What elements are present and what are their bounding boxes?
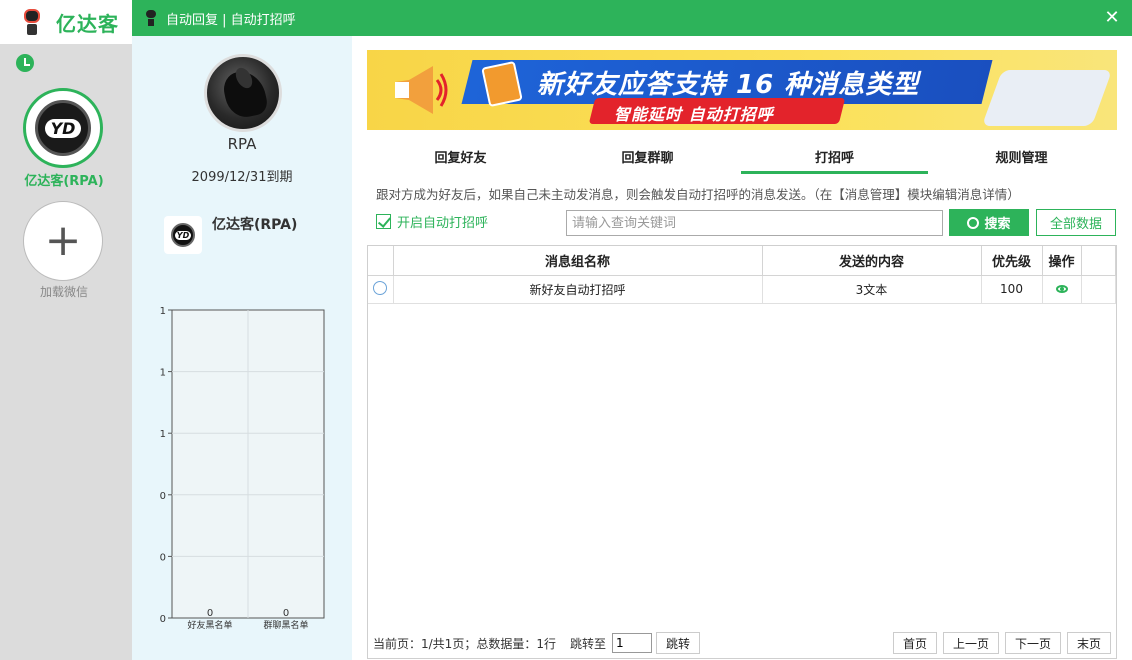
pagination: 当前页：1/共1页；总数据量：1行 跳转至 跳转 首页 上一页 下一页 末页 [368, 628, 1116, 658]
main-content: 新好友应答支持 16 种消息类型 智能延时 自动打招呼 回复好友 回复群聊 打招… [352, 36, 1132, 660]
search-button-label: 搜索 [984, 217, 1011, 232]
chart-y-tick-label: 1 [160, 429, 166, 440]
add-wechat-button[interactable]: + [23, 201, 103, 281]
jump-page-input[interactable] [611, 633, 652, 653]
banner-headline: 新好友应答支持 16 种消息类型 [537, 70, 920, 100]
chart-y-tick-label: 0 [160, 614, 166, 625]
chart-y-tick-label: 1 [160, 368, 166, 379]
dialog-title: 自动回复 | 自动打招呼 [166, 12, 296, 28]
select-column-header [368, 246, 394, 276]
megaphone-icon [395, 66, 448, 114]
robot-icon [144, 10, 158, 26]
close-button[interactable]: ✕ [1100, 6, 1124, 30]
column-header-content[interactable]: 发送的内容 [762, 246, 982, 276]
search-input[interactable] [566, 210, 943, 236]
jump-button[interactable]: 跳转 [655, 632, 700, 654]
tab-reply-groups[interactable]: 回复群聊 [554, 144, 741, 174]
robot-logo-icon [18, 7, 46, 37]
chart-x-tick-label: 好友黑名单 [187, 619, 232, 631]
row-priority: 100 [981, 275, 1043, 304]
jump-label: 跳转至 [569, 636, 606, 651]
phone-illustration [981, 70, 1113, 126]
tab-reply-friends[interactable]: 回复好友 [367, 144, 554, 174]
greeting-description: 跟对方成为好友后，如果自己未主动发消息，则会触发自动打招呼的消息发送。（在【消息… [376, 187, 1020, 202]
add-wechat-label: 加载微信 [39, 285, 88, 299]
app-sidebar: 亿达客 YD 亿达客(RPA) + 加载微信 [0, 0, 132, 660]
tab-greeting[interactable]: 打招呼 [741, 144, 928, 174]
last-page-button[interactable]: 末页 [1066, 632, 1111, 654]
page-info: 当前页：1/共1页；总数据量：1行 [373, 636, 556, 651]
chart-data-label: 0 [207, 608, 213, 619]
app-header: 亿达客 [0, 0, 132, 44]
search-icon [967, 216, 980, 229]
table-row[interactable]: 新好友自动打招呼 3文本 100 [368, 275, 1116, 304]
enable-greeting-toggle[interactable]: 开启自动打招呼 [376, 212, 488, 231]
prev-page-button[interactable]: 上一页 [942, 632, 999, 654]
first-page-button[interactable]: 首页 [892, 632, 937, 654]
alarm-clock-icon[interactable] [16, 54, 34, 72]
app-name: 亿达客 [56, 11, 119, 36]
column-header-name[interactable]: 消息组名称 [393, 246, 763, 276]
search-button[interactable]: 搜索 [949, 209, 1029, 236]
all-data-button[interactable]: 全部数据 [1036, 209, 1116, 236]
chart-y-tick-label: 0 [160, 491, 166, 502]
chart-x-tick-label: 群聊黑名单 [263, 619, 308, 631]
profile-pane: RPA 2099/12/31到期 YD 亿达客(RPA) 1 1 1 0 0 0 0 好友黑名… [132, 36, 352, 660]
tab-bar: 回复好友 回复群聊 打招呼 规则管理 [367, 144, 1117, 174]
row-name: 新好友自动打招呼 [393, 275, 763, 304]
chart-y-tick-label: 0 [160, 552, 166, 563]
chart-y-tick-label: 1 [160, 306, 166, 317]
column-header-priority[interactable]: 优先级 [981, 246, 1043, 276]
account-logo-icon: YD [164, 216, 202, 254]
banner-subtitle: 智能延时 自动打招呼 [614, 105, 774, 124]
row-select-radio[interactable] [373, 280, 388, 295]
profile-name: RPA [227, 135, 257, 153]
message-group-table: 消息组名称 发送的内容 优先级 操作 新好友自动打招呼 3文本 100 当前页：… [367, 245, 1117, 659]
account-avatar[interactable]: YD [23, 88, 103, 168]
chart-data-label: 0 [283, 608, 289, 619]
column-header-action: 操作 [1042, 246, 1082, 276]
view-eye-icon[interactable] [1055, 285, 1068, 293]
dialog-titlebar: 自动回复 | 自动打招呼 ✕ [132, 0, 1132, 36]
profile-expire-date: 2099/12/31到期 [191, 170, 293, 185]
blacklist-chart: 1110000好友黑名单0群聊黑名单 [160, 306, 325, 631]
checkbox-checked-icon[interactable] [376, 214, 391, 229]
promo-banner[interactable]: 新好友应答支持 16 种消息类型 智能延时 自动打招呼 [367, 50, 1117, 130]
auto-reply-dialog: 自动回复 | 自动打招呼 ✕ RPA 2099/12/31到期 YD 亿达客(R… [132, 0, 1132, 660]
table-header-row: 消息组名称 发送的内容 优先级 操作 [368, 246, 1116, 276]
row-content: 3文本 [762, 275, 982, 304]
tab-rule-management[interactable]: 规则管理 [928, 144, 1115, 174]
profile-avatar [204, 54, 282, 132]
account-label: 亿达客(RPA) [24, 174, 104, 189]
enable-greeting-label: 开启自动打招呼 [397, 216, 489, 231]
yd-logo-icon: YD [35, 100, 91, 156]
column-header-spacer [1081, 246, 1116, 276]
account-name: 亿达客(RPA) [212, 217, 298, 233]
next-page-button[interactable]: 下一页 [1004, 632, 1061, 654]
